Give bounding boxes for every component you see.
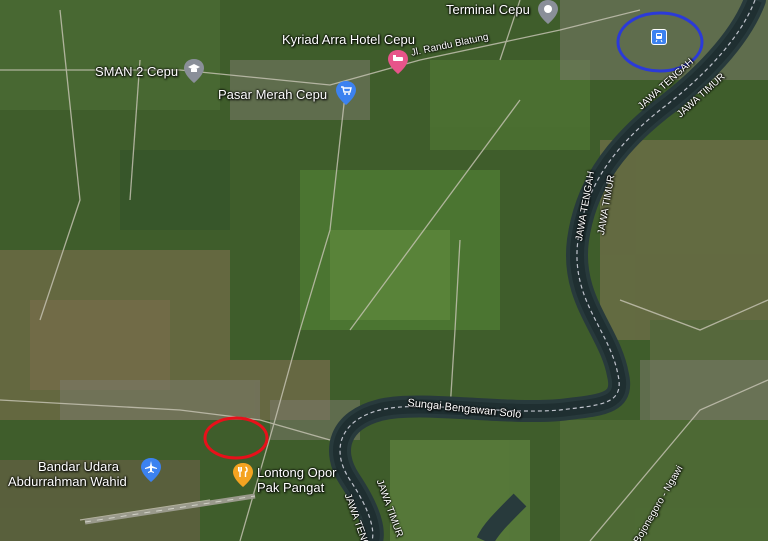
shopping-pin-icon[interactable] — [336, 81, 356, 105]
satellite-map[interactable]: Terminal Cepu Kyriad Arra Hotel Cepu Jl.… — [0, 0, 768, 541]
bus-station-pin-icon[interactable] — [538, 0, 558, 24]
hotel-label[interactable]: Kyriad Arra Hotel Cepu — [282, 32, 415, 47]
airport-label-line2[interactable]: Abdurrahman Wahid — [8, 474, 127, 489]
airport-label-line1[interactable]: Bandar Udara — [38, 459, 119, 474]
train-station-icon[interactable] — [651, 29, 667, 45]
hotel-pin-icon[interactable] — [388, 50, 408, 74]
school-label[interactable]: SMAN 2 Cepu — [95, 64, 178, 79]
restaurant-label-line1[interactable]: Lontong Opor — [257, 465, 337, 480]
restaurant-pin-icon[interactable] — [233, 463, 253, 487]
market-label[interactable]: Pasar Merah Cepu — [218, 87, 327, 102]
terminal-cepu-label[interactable]: Terminal Cepu — [446, 2, 530, 17]
restaurant-label-line2[interactable]: Pak Pangat — [257, 480, 324, 495]
school-pin-icon[interactable] — [184, 59, 204, 83]
airport-pin-icon[interactable] — [141, 458, 161, 482]
